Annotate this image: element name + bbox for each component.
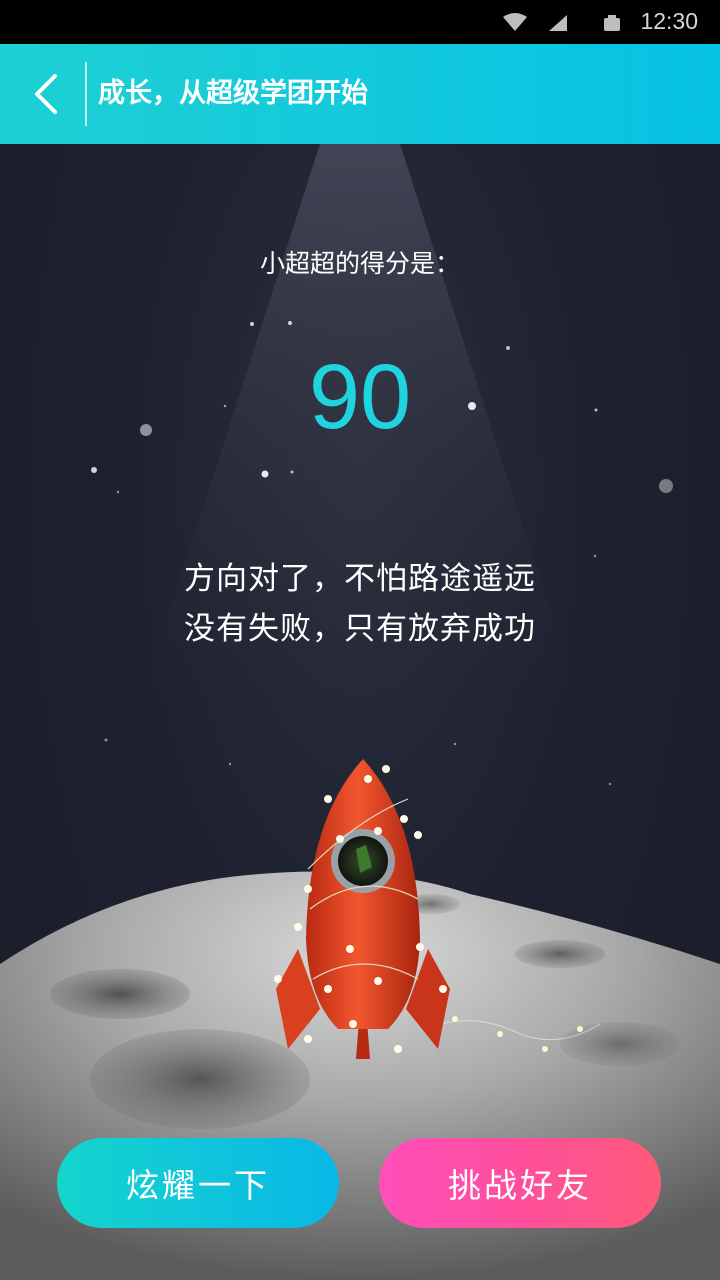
chevron-left-icon [35, 74, 57, 114]
motto-line-1: 方向对了，不怕路途遥远 [184, 561, 536, 597]
status-time: 12:30 [640, 8, 698, 34]
score-label: 小超超的得分是： [259, 249, 460, 278]
show-off-button[interactable]: 炫耀一下 [57, 1138, 339, 1228]
battery-icon [604, 15, 620, 31]
back-button[interactable] [18, 66, 74, 122]
app-bar-divider [85, 62, 87, 126]
rocket-illustration [274, 759, 450, 1059]
score-value: 90 [308, 346, 412, 448]
result-scene: 小超超的得分是： 90 方向对了，不怕路途遥远 没有失败，只有放弃成功 炫耀一下… [0, 144, 720, 1280]
motto-text: 方向对了，不怕路途遥远 没有失败，只有放弃成功 [0, 554, 720, 654]
status-bar: 12:30 [0, 0, 720, 44]
signal-icon [549, 15, 567, 31]
app-bar: 成长，从超级学团开始 [0, 44, 720, 144]
challenge-friend-button[interactable]: 挑战好友 [379, 1138, 661, 1228]
page-title: 成长，从超级学团开始 [98, 78, 368, 109]
motto-line-2: 没有失败，只有放弃成功 [184, 611, 536, 647]
wifi-icon [503, 13, 527, 31]
